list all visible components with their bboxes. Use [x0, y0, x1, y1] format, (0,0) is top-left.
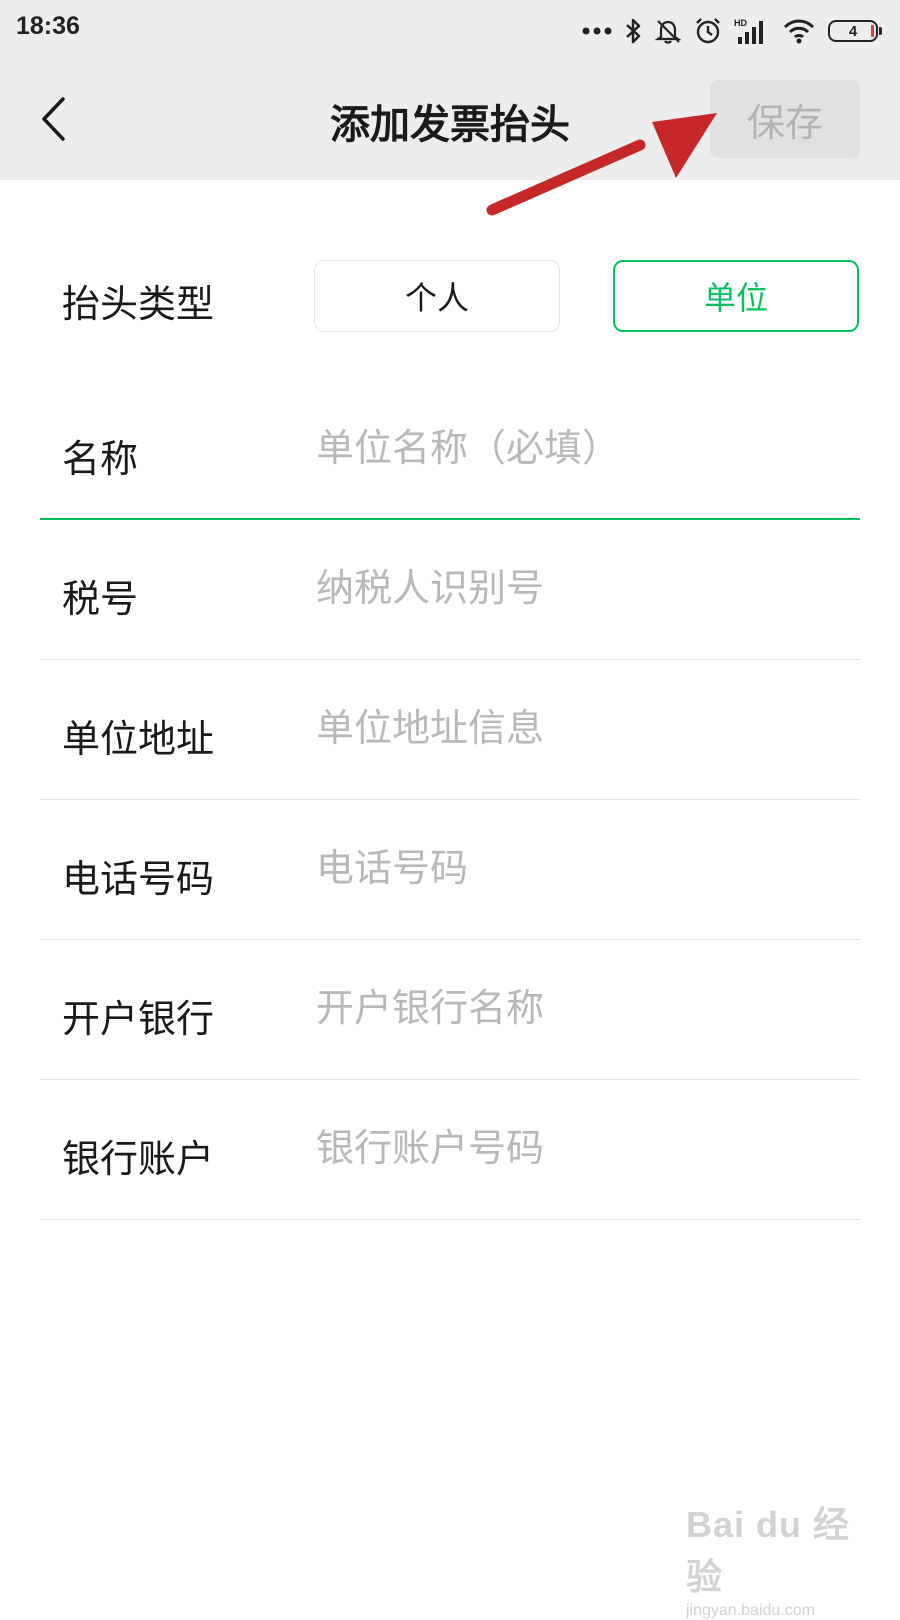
field-row-name: 名称 — [40, 380, 860, 520]
invoice-type-label: 抬头类型 — [62, 282, 215, 326]
status-time: 18:36 — [16, 12, 80, 40]
battery-low-indicator — [871, 25, 874, 37]
field-row-bank-account: 银行账户 — [40, 1080, 860, 1220]
type-option-personal[interactable]: 个人 — [314, 260, 560, 332]
watermark-logo: Bai du 经验 jingyan.baidu.com — [686, 1496, 866, 1619]
battery-level: 4 — [848, 22, 858, 40]
watermark-url: jingyan.baidu.com — [686, 1602, 815, 1619]
mute-bell-icon — [654, 17, 682, 45]
status-bar: 18:36 HD 4 — [0, 0, 900, 62]
field-row-phone: 电话号码 — [40, 800, 860, 940]
field-label: 开户银行 — [62, 997, 215, 1041]
tax-number-input[interactable] — [316, 558, 836, 618]
watermark-text: Bai du 经验 — [686, 1504, 851, 1597]
field-row-bank: 开户银行 — [40, 940, 860, 1080]
bank-account-input[interactable] — [316, 1118, 836, 1178]
field-label: 电话号码 — [62, 857, 215, 901]
field-row-address: 单位地址 — [40, 660, 860, 800]
more-dots-icon — [582, 26, 612, 36]
field-label: 税号 — [62, 577, 139, 621]
field-row-tax-number: 税号 — [40, 520, 860, 660]
field-label: 单位地址 — [62, 717, 215, 761]
battery-icon: 4 — [828, 20, 882, 42]
phone-number-input[interactable] — [316, 838, 836, 898]
nav-bar: 添加发票抬头 保存 — [0, 62, 900, 180]
company-name-input[interactable] — [316, 418, 836, 478]
status-icons: HD 4 — [582, 14, 882, 48]
field-label: 银行账户 — [62, 1137, 215, 1181]
bluetooth-icon — [624, 17, 642, 45]
save-button[interactable]: 保存 — [710, 80, 860, 158]
alarm-icon — [694, 17, 722, 45]
hd-signal-icon: HD — [734, 17, 770, 45]
bank-name-input[interactable] — [316, 978, 836, 1038]
company-address-input[interactable] — [316, 698, 836, 758]
type-option-company[interactable]: 单位 — [613, 260, 859, 332]
svg-text:HD: HD — [734, 18, 747, 28]
wifi-icon — [782, 17, 816, 45]
field-label: 名称 — [62, 437, 139, 481]
